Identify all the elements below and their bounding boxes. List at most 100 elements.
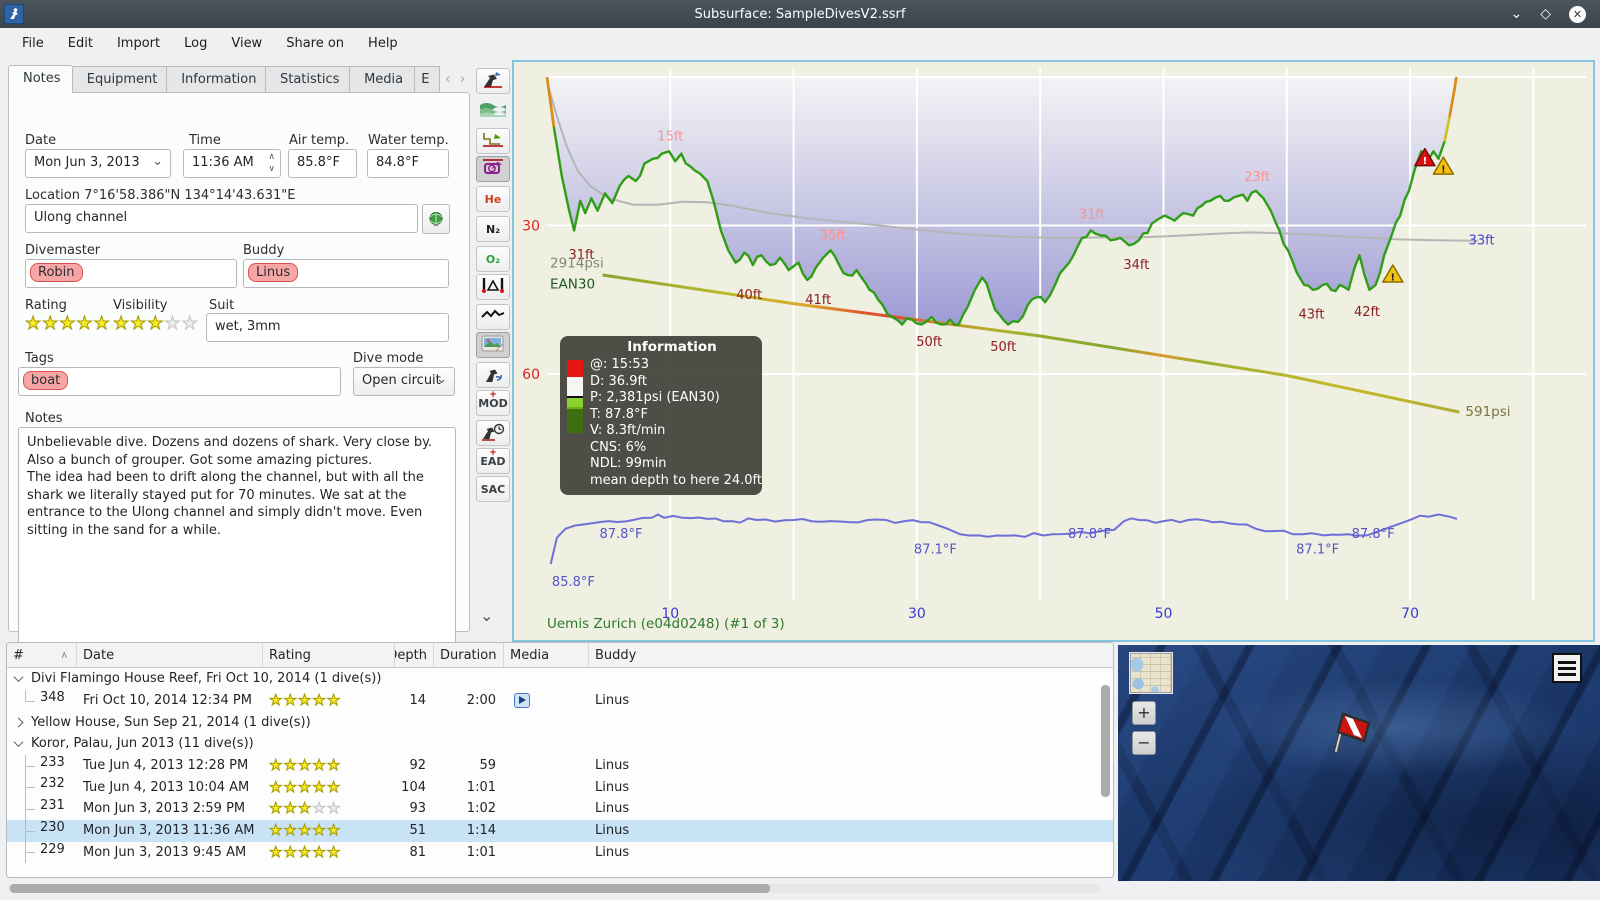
tab-information[interactable]: Information	[167, 66, 266, 93]
menu-item-import[interactable]: Import	[105, 32, 172, 55]
menu-item-help[interactable]: Help	[356, 32, 410, 55]
dive-row[interactable]: 348 Fri Oct 10, 2014 12:34 PM ★★★★★ 14 2:00 L…	[7, 689, 1113, 712]
dive-list-vertical-scrollbar[interactable]	[1101, 671, 1110, 871]
svg-text:!: !	[1423, 156, 1428, 167]
photos-button[interactable]	[476, 332, 510, 358]
maximize-icon[interactable]: ◇	[1540, 7, 1551, 21]
dc-clock-button[interactable]	[476, 156, 510, 182]
map-zoom-in-button[interactable]: +	[1132, 701, 1156, 725]
profile-scale-button[interactable]	[476, 128, 510, 154]
dive-mode-combobox[interactable]: Open circuit ⌄	[353, 367, 455, 396]
depth-label-max: 43ft	[1298, 308, 1324, 323]
buddy-input[interactable]: Linus	[243, 259, 449, 288]
profile-info-box: Information @: 15:53 D: 36.9ft P: 2,381psi…	[560, 336, 762, 495]
dive-date: Mon Jun 3, 2013 11:36 AM	[83, 823, 255, 839]
column-header-buddy[interactable]: Buddy	[589, 643, 1113, 667]
tab-scroll-right[interactable]: ›	[455, 66, 470, 93]
date-combobox[interactable]: Mon Jun 3, 2013 ⌄	[25, 149, 171, 178]
spinbox-arrows-icon[interactable]: ∧ ∨	[268, 151, 275, 175]
dive-row[interactable]: 229 Mon Jun 3, 2013 9:45 AM ★★★★★ 81 1:01 Lin…	[7, 841, 1113, 864]
dive-row[interactable]: 233 Tue Jun 4, 2013 12:28 PM ★★★★★ 92 59 Linu…	[7, 754, 1113, 777]
trip-row[interactable]: Divi Flamingo House Reef, Fri Oct 10, 20…	[7, 668, 1113, 690]
dive-profile-chart[interactable]: 30 60 10 30 50 70 31ft 15ft 40ft 41ft 35ft 50ft 50ft…	[512, 60, 1595, 642]
media-icon[interactable]	[514, 692, 530, 708]
star-filled-icon: ★	[326, 844, 342, 860]
star-filled-icon: ★	[283, 779, 298, 795]
column-header-media[interactable]: Media	[504, 643, 589, 667]
time-axis-tick: 50	[1155, 606, 1173, 622]
dive-row[interactable]: 230 Mon Jun 3, 2013 11:36 AM ★★★★★ 51 1:14 Li…	[7, 819, 1113, 842]
divemaster-label: Divemaster	[25, 243, 101, 258]
star-filled-icon: ★	[147, 313, 164, 334]
ruler-button[interactable]	[476, 274, 510, 300]
air-temp-field[interactable]: 85.8°F	[288, 149, 357, 178]
column-header-num[interactable]: # ∧	[7, 643, 77, 667]
map-zoom-out-button[interactable]: −	[1132, 731, 1156, 755]
location-input[interactable]: Ulong channel	[25, 204, 418, 233]
collapse-icon[interactable]	[13, 672, 24, 683]
expand-icon[interactable]	[13, 717, 24, 728]
dive-row[interactable]: 231 Mon Jun 3, 2013 2:59 PM ★★★★★ 93 1:02 Lin…	[7, 798, 1113, 820]
tree-indent: 232	[7, 776, 77, 799]
star-filled-icon: ★	[312, 844, 327, 860]
dive-computer-button[interactable]	[476, 68, 510, 94]
notes-textarea[interactable]: Unbelievable dive. Dozens and dozens of …	[18, 427, 456, 648]
time-spinbox[interactable]: 11:36 AM ∧ ∨	[183, 149, 281, 178]
star-filled-icon: ★	[297, 844, 313, 860]
waves-button[interactable]	[476, 98, 510, 124]
column-header-duration[interactable]: Duration	[434, 643, 504, 667]
helium-button[interactable]: He	[476, 186, 510, 212]
divemaster-input[interactable]: Robin	[25, 259, 237, 288]
heartrate-button[interactable]	[476, 304, 510, 330]
dc-clock-icon	[481, 158, 505, 181]
suit-input[interactable]: wet, 3mm	[206, 313, 449, 342]
map-menu-button[interactable]	[1552, 653, 1582, 683]
rating-stars[interactable]: ★ ★ ★ ★ ★	[24, 314, 110, 333]
menu-item-share-on[interactable]: Share on	[274, 32, 356, 55]
tag-pill[interactable]: boat	[23, 371, 69, 390]
menu-item-log[interactable]: Log	[172, 32, 219, 55]
column-header-rating[interactable]: Rating	[263, 643, 395, 667]
column-header-date[interactable]: Date	[77, 643, 263, 667]
dive-row[interactable]: 232 Tue Jun 4, 2013 10:04 AM ★★★★★ 104 1:01 L…	[7, 776, 1113, 799]
ead-button[interactable]: EAD +	[476, 448, 510, 474]
oxygen-button[interactable]: O₂	[476, 246, 510, 272]
water-temp-field[interactable]: 84.8°F	[367, 149, 449, 178]
sac-button[interactable]: SAC	[476, 476, 510, 502]
trip-row[interactable]: Koror, Palau, Jun 2013 (11 dive(s))	[7, 733, 1113, 755]
mod-button[interactable]: MOD +	[476, 390, 510, 416]
toolbar-collapse-button[interactable]: ⌄	[480, 606, 493, 625]
nitrogen-button[interactable]: N₂	[476, 216, 510, 242]
tab-media[interactable]: Media	[350, 66, 416, 93]
menu-item-view[interactable]: View	[219, 32, 274, 55]
menu-item-file[interactable]: File	[10, 32, 56, 55]
water-temp-label: Water temp.	[368, 133, 449, 148]
map-overview-thumbnail[interactable]	[1129, 652, 1173, 694]
minimize-icon[interactable]: ⌄	[1510, 7, 1522, 21]
column-header-depth[interactable]: Depth	[395, 643, 434, 667]
tree-indent: 230	[7, 819, 77, 842]
tab-e[interactable]: E	[415, 66, 441, 93]
trip-row[interactable]: Yellow House, Sun Sep 21, 2014 (1 dive(s…	[7, 711, 1113, 733]
info-box-row: @: 15:53	[590, 357, 649, 372]
globe-button[interactable]	[422, 204, 450, 234]
collapse-icon[interactable]	[13, 737, 24, 748]
star-filled-icon: ★	[268, 823, 284, 839]
visibility-stars[interactable]: ★ ★ ★ ★ ★	[112, 313, 198, 334]
dive-list-horizontal-scrollbar[interactable]	[8, 884, 1100, 893]
dive-flag-marker[interactable]	[1326, 707, 1372, 759]
info-box-row: T: 87.8°F	[590, 406, 648, 422]
divemaster-tag[interactable]: Robin	[30, 263, 83, 282]
tab-notes[interactable]: Notes	[8, 65, 73, 93]
close-icon[interactable]: ✕	[1569, 5, 1586, 23]
menu-item-edit[interactable]: Edit	[56, 32, 105, 55]
tab-statistics[interactable]: Statistics	[265, 66, 351, 93]
ceiling-button[interactable]	[476, 362, 510, 388]
tab-equipment[interactable]: Equipment	[72, 66, 168, 93]
buddy-tag[interactable]: Linus	[248, 263, 299, 282]
ndl-button[interactable]	[476, 420, 510, 446]
tags-input[interactable]: boat	[18, 367, 341, 396]
map-panel[interactable]: + −	[1118, 645, 1600, 881]
dive-buddy: Linus	[595, 758, 630, 774]
tab-scroll-left[interactable]: ‹	[440, 66, 455, 93]
